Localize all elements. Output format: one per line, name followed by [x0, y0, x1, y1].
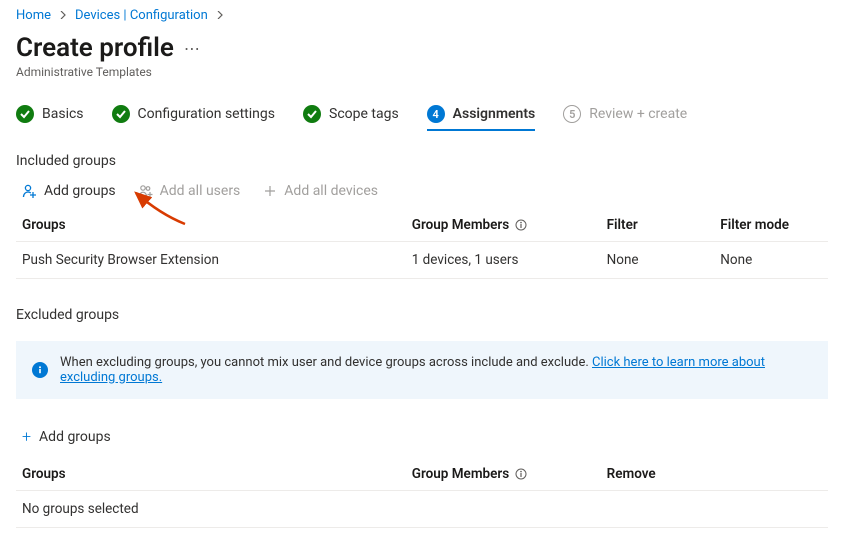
page-subtitle: Administrative Templates	[16, 65, 828, 79]
checkmark-icon	[303, 105, 321, 123]
breadcrumb: Home Devices | Configuration	[16, 8, 828, 23]
info-icon[interactable]	[515, 219, 527, 231]
step-number-badge: 5	[563, 105, 581, 123]
breadcrumb-devices-configuration[interactable]: Devices | Configuration	[75, 8, 208, 23]
included-groups-table: Groups Group Members Filter Filter mode …	[16, 209, 828, 279]
plus-icon	[262, 183, 278, 199]
column-remove[interactable]: Remove	[601, 458, 828, 491]
action-label: Add all users	[160, 183, 241, 199]
table-row: No groups selected	[16, 491, 828, 528]
step-label: Assignments	[453, 106, 536, 122]
cell-filter-mode: None	[714, 242, 828, 279]
wizard-steps: Basics Configuration settings Scope tags…	[16, 105, 828, 131]
cell-group-name: Push Security Browser Extension	[16, 242, 406, 279]
column-groups[interactable]: Groups	[16, 209, 406, 242]
step-label: Basics	[42, 106, 84, 122]
chevron-right-icon	[59, 8, 67, 23]
action-label: Add all devices	[284, 183, 378, 199]
step-basics[interactable]: Basics	[16, 105, 84, 131]
cell-filter: None	[601, 242, 715, 279]
step-scope-tags[interactable]: Scope tags	[303, 105, 399, 131]
step-review-create: 5 Review + create	[563, 105, 687, 131]
empty-state: No groups selected	[16, 491, 828, 528]
table-row[interactable]: Push Security Browser Extension 1 device…	[16, 242, 828, 279]
checkmark-icon	[16, 105, 34, 123]
excluded-groups-table: Groups Group Members Remove No groups se…	[16, 458, 828, 528]
plus-icon: +	[22, 427, 31, 446]
column-filter-mode[interactable]: Filter mode	[714, 209, 828, 242]
more-icon[interactable]: ⋯	[184, 39, 202, 58]
column-group-members[interactable]: Group Members	[406, 209, 601, 242]
action-label: Add groups	[44, 183, 116, 199]
breadcrumb-home[interactable]: Home	[16, 8, 51, 23]
step-assignments[interactable]: 4 Assignments	[427, 105, 536, 131]
step-label: Review + create	[589, 106, 687, 122]
add-groups-button[interactable]: Add groups	[22, 183, 116, 199]
person-add-icon	[22, 183, 38, 199]
step-number-badge: 4	[427, 105, 445, 123]
page-title: Create profile	[16, 33, 174, 63]
cell-members: 1 devices, 1 users	[406, 242, 601, 279]
excluded-groups-heading: Excluded groups	[16, 307, 828, 323]
chevron-right-icon	[216, 8, 224, 23]
step-label: Scope tags	[329, 106, 399, 122]
add-all-devices-button[interactable]: Add all devices	[262, 183, 378, 199]
info-icon	[32, 362, 48, 378]
column-filter[interactable]: Filter	[601, 209, 715, 242]
included-groups-heading: Included groups	[16, 153, 828, 169]
step-configuration-settings[interactable]: Configuration settings	[112, 105, 275, 131]
step-label: Configuration settings	[138, 106, 275, 122]
included-actions: Add groups Add all users Add all devices	[16, 183, 828, 209]
banner-text: When excluding groups, you cannot mix us…	[60, 355, 812, 385]
info-banner: When excluding groups, you cannot mix us…	[16, 341, 828, 399]
add-groups-button[interactable]: + Add groups	[16, 421, 117, 458]
column-group-members[interactable]: Group Members	[406, 458, 601, 491]
column-groups[interactable]: Groups	[16, 458, 406, 491]
info-icon[interactable]	[515, 468, 527, 480]
action-label: Add groups	[39, 429, 111, 445]
add-all-users-button[interactable]: Add all users	[138, 183, 241, 199]
people-add-icon	[138, 183, 154, 199]
checkmark-icon	[112, 105, 130, 123]
